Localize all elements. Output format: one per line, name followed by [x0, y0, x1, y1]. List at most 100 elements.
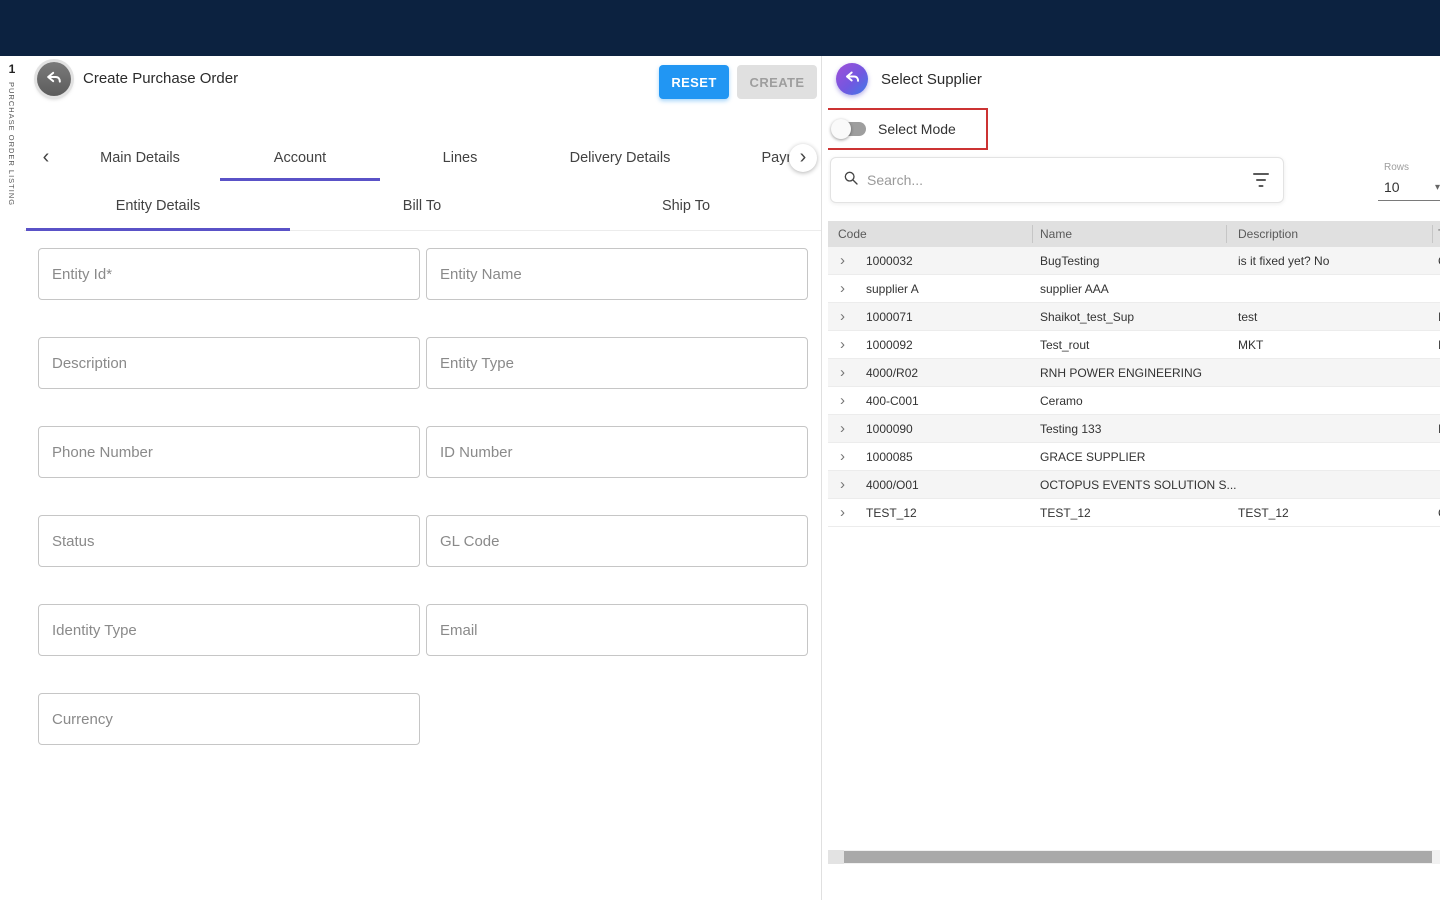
create-button[interactable]: CREATE — [737, 65, 817, 99]
header-divider — [1226, 225, 1227, 243]
cell-code: 4000/R02 — [866, 359, 918, 387]
table-row[interactable]: › TEST_12 TEST_12 TEST_12 C — [828, 499, 1440, 527]
row-expand-chevron-icon[interactable]: › — [840, 443, 845, 471]
header-divider — [1432, 225, 1433, 243]
select-mode-label: Select Mode — [878, 121, 956, 137]
tab-account[interactable]: Account — [220, 135, 380, 181]
supplier-search-bar — [830, 157, 1284, 203]
tab-main-details[interactable]: Main Details — [60, 135, 220, 181]
back-button[interactable] — [37, 62, 71, 96]
table-row[interactable]: › 1000071 Shaikot_test_Sup test I — [828, 303, 1440, 331]
header-divider — [1032, 225, 1033, 243]
search-icon — [843, 170, 859, 191]
reset-button[interactable]: RESET — [659, 65, 729, 99]
row-expand-chevron-icon[interactable]: › — [840, 359, 845, 387]
subtab-bill-to[interactable]: Bill To — [290, 181, 554, 231]
field-identity-type — [38, 604, 420, 656]
id-number-input[interactable] — [426, 426, 808, 478]
table-row[interactable]: › 1000032 BugTesting is it fixed yet? No… — [828, 247, 1440, 275]
row-expand-chevron-icon[interactable]: › — [840, 303, 845, 331]
field-gl-code — [426, 515, 808, 567]
select-supplier-panel: Select Supplier Select Mode Rows 10 ▾ Co… — [828, 56, 1440, 900]
caret-down-icon: ▾ — [1435, 182, 1440, 193]
email-input[interactable] — [426, 604, 808, 656]
identity-type-input[interactable] — [38, 604, 420, 656]
cell-name: GRACE SUPPLIER — [1040, 443, 1145, 471]
tabs-scroll-left-icon[interactable]: ‹ — [32, 144, 60, 172]
cell-name: Testing 133 — [1040, 415, 1101, 443]
supplier-table: Code Name Description T › 1000032 BugTes… — [828, 221, 1440, 527]
cell-name: Test_rout — [1040, 331, 1089, 359]
active-subtab-indicator — [26, 228, 290, 231]
field-currency — [38, 693, 420, 745]
scrollbar-left-button[interactable] — [828, 850, 844, 864]
purchase-order-listing-rail[interactable]: 1 PURCHASE ORDER LISTING — [0, 56, 24, 900]
header-description: Description — [1238, 221, 1298, 247]
horizontal-scrollbar[interactable] — [828, 850, 1440, 864]
cell-name: Shaikot_test_Sup — [1040, 303, 1134, 331]
cell-description: is it fixed yet? No — [1238, 247, 1329, 275]
row-expand-chevron-icon[interactable]: › — [840, 471, 845, 499]
field-entity-type — [426, 337, 808, 389]
table-row[interactable]: › 1000092 Test_rout MKT I — [828, 331, 1440, 359]
cell-description: test — [1238, 303, 1257, 331]
entity-details-form — [38, 248, 810, 745]
table-row[interactable]: › 4000/O01 OCTOPUS EVENTS SOLUTION S... — [828, 471, 1440, 499]
entity-name-input[interactable] — [426, 248, 808, 300]
search-input[interactable] — [867, 172, 1251, 188]
app-window: 1 PURCHASE ORDER LISTING Create Purchase… — [0, 0, 1440, 900]
status-input[interactable] — [38, 515, 420, 567]
rail-number: 1 — [0, 62, 24, 76]
table-row[interactable]: › 1000085 GRACE SUPPLIER — [828, 443, 1440, 471]
entity-id-input[interactable] — [38, 248, 420, 300]
tab-lines[interactable]: Lines — [380, 135, 540, 181]
field-description — [38, 337, 420, 389]
tab-delivery-details[interactable]: Delivery Details — [540, 135, 700, 181]
row-expand-chevron-icon[interactable]: › — [840, 331, 845, 359]
cell-code: 1000032 — [866, 247, 913, 275]
subtab-entity-details[interactable]: Entity Details — [26, 181, 290, 231]
row-expand-chevron-icon[interactable]: › — [840, 247, 845, 275]
cell-name: supplier AAA — [1040, 275, 1109, 303]
header-code: Code — [838, 221, 867, 247]
table-row[interactable]: › 400-C001 Ceramo — [828, 387, 1440, 415]
field-entity-id — [38, 248, 420, 300]
table-row[interactable]: › 1000090 Testing 133 I — [828, 415, 1440, 443]
cell-code: TEST_12 — [866, 499, 917, 527]
row-expand-chevron-icon[interactable]: › — [840, 499, 845, 527]
select-mode-toggle[interactable] — [833, 122, 866, 136]
table-row[interactable]: › supplier A supplier AAA — [828, 275, 1440, 303]
cell-name: TEST_12 — [1040, 499, 1091, 527]
row-expand-chevron-icon[interactable]: › — [840, 415, 845, 443]
cell-code: 4000/O01 — [866, 471, 919, 499]
supplier-back-button[interactable] — [836, 63, 868, 95]
entity-type-input[interactable] — [426, 337, 808, 389]
toggle-thumb — [831, 119, 851, 139]
table-row[interactable]: › 4000/R02 RNH POWER ENGINEERING — [828, 359, 1440, 387]
sub-tab-bar: Entity Details Bill To Ship To — [24, 181, 822, 231]
scrollbar-thumb[interactable] — [844, 851, 1432, 863]
supplier-panel-title: Select Supplier — [881, 71, 982, 88]
currency-input[interactable] — [38, 693, 420, 745]
row-expand-chevron-icon[interactable]: › — [840, 387, 845, 415]
cell-name: BugTesting — [1040, 247, 1099, 275]
rows-per-page-select[interactable]: Rows 10 ▾ — [1378, 162, 1440, 201]
row-expand-chevron-icon[interactable]: › — [840, 275, 845, 303]
cell-code: 1000092 — [866, 331, 913, 359]
field-id-number — [426, 426, 808, 478]
top-navigation-bar — [0, 0, 1440, 56]
cell-description: TEST_12 — [1238, 499, 1289, 527]
cell-code: supplier A — [866, 275, 919, 303]
select-mode-annotation-box: Select Mode — [828, 108, 988, 150]
filter-icon[interactable] — [1251, 172, 1271, 188]
phone-number-input[interactable] — [38, 426, 420, 478]
subtab-ship-to[interactable]: Ship To — [554, 181, 818, 231]
tabs-scroll-right-icon[interactable]: › — [789, 144, 817, 172]
description-input[interactable] — [38, 337, 420, 389]
main-tab-bar: ‹ Main Details Account Lines Delivery De… — [24, 135, 822, 181]
cell-name: RNH POWER ENGINEERING — [1040, 359, 1202, 387]
supplier-table-header: Code Name Description T — [828, 221, 1440, 247]
gl-code-input[interactable] — [426, 515, 808, 567]
header-name: Name — [1040, 221, 1072, 247]
field-phone-number — [38, 426, 420, 478]
